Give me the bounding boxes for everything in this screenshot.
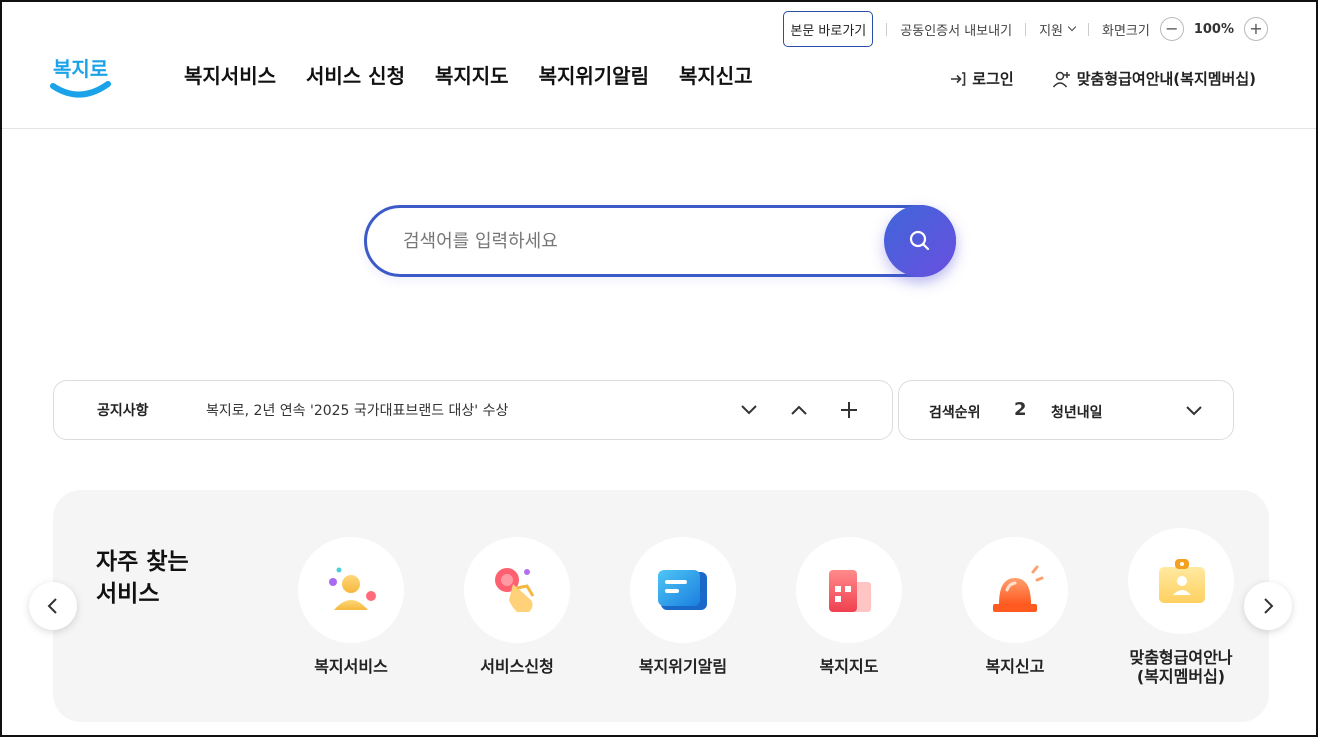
utility-bar: 본문 바로가기 공동인증서 내보내기 지원 화면크기 − 100% + <box>783 10 1268 48</box>
chevron-down-icon <box>1186 406 1202 416</box>
service-icon-circle <box>1128 528 1234 634</box>
search-icon <box>909 230 930 251</box>
logo[interactable]: 복지로 <box>50 48 114 104</box>
divider <box>886 22 888 36</box>
chevron-down-icon <box>741 405 757 415</box>
service-item-crisis-alert[interactable]: 복지위기알림 <box>613 537 753 676</box>
message-icon <box>658 570 707 610</box>
header-actions: 로그인 맞춤형급여안내(복지멤버십) <box>949 68 1256 89</box>
service-icon-circle <box>962 537 1068 643</box>
person-icon <box>329 567 376 610</box>
cert-export-link[interactable]: 공동인증서 내보내기 <box>900 20 1012 39</box>
id-card-icon <box>1159 559 1205 603</box>
notice-next-button[interactable] <box>736 397 762 423</box>
service-item-welfare[interactable]: 복지서비스 <box>281 537 421 676</box>
search-input[interactable] <box>403 208 873 274</box>
search-ranking: 검색순위 2 청년내일 <box>898 380 1234 440</box>
user-add-icon <box>1052 71 1070 87</box>
notice-prev-button[interactable] <box>786 397 812 423</box>
logo-icon: 복지로 <box>50 57 111 98</box>
chevron-left-icon <box>47 598 57 614</box>
notice-controls <box>736 397 862 423</box>
title-line-1: 자주 찾는 <box>96 549 189 575</box>
nav-crisis-alert[interactable]: 복지위기알림 <box>539 60 649 89</box>
notice-bar: 공지사항 복지로, 2년 연속 '2025 국가대표브랜드 대상' 수상 <box>53 380 893 440</box>
divider <box>1087 22 1089 36</box>
zoom-label: 화면크기 <box>1101 23 1150 39</box>
service-icon-circle <box>630 537 736 643</box>
zoom-in-button[interactable]: + <box>1244 17 1268 41</box>
service-label: 복지서비스 <box>314 657 388 676</box>
service-item-report[interactable]: 복지신고 <box>945 537 1085 676</box>
building-icon <box>829 570 871 612</box>
support-dropdown[interactable]: 지원 <box>1039 20 1077 39</box>
nav-welfare-map[interactable]: 복지지도 <box>435 60 509 89</box>
notice-more-button[interactable] <box>836 397 862 423</box>
main-navigation: 복지서비스 서비스 신청 복지지도 복지위기알림 복지신고 <box>184 60 753 89</box>
frequent-services-panel: 자주 찾는 서비스 복지서비스 서비스신청 복지위기알림 복지지도 복지신고 맞… <box>53 490 1269 722</box>
membership-label: 맞춤형급여안내(복지멤버십) <box>1076 70 1256 88</box>
chevron-down-icon <box>1067 22 1077 32</box>
login-label: 로그인 <box>972 70 1014 88</box>
ranking-title: 검색순위 <box>929 405 981 421</box>
plus-icon <box>841 402 857 418</box>
service-label: 서비스신청 <box>480 657 554 676</box>
service-item-membership[interactable]: 맞춤형급여안나 (복지멤버십) <box>1111 528 1251 685</box>
service-label: 복지신고 <box>985 657 1045 676</box>
service-item-map[interactable]: 복지지도 <box>779 537 919 676</box>
service-icon-circle <box>298 537 404 643</box>
carousel-prev-button[interactable] <box>29 582 77 630</box>
service-label: 맞춤형급여안나 <box>1129 648 1233 667</box>
service-icon-circle <box>464 537 570 643</box>
chevron-right-icon <box>1264 598 1274 614</box>
notice-title: 공지사항 <box>97 403 149 419</box>
nav-welfare-services[interactable]: 복지서비스 <box>184 60 276 89</box>
siren-icon <box>993 565 1044 612</box>
ranking-keyword[interactable]: 청년내일 <box>1051 402 1103 422</box>
login-link[interactable]: 로그인 <box>949 68 1014 89</box>
service-label-sub: (복지멤버십) <box>1136 667 1226 686</box>
skip-to-content-link[interactable]: 본문 바로가기 <box>783 11 874 47</box>
chevron-up-icon <box>791 405 807 415</box>
support-label: 지원 <box>1039 23 1063 39</box>
zoom-value: 100% <box>1193 21 1234 37</box>
nav-welfare-report[interactable]: 복지신고 <box>679 60 753 89</box>
header-divider <box>2 128 1316 129</box>
search-box <box>364 205 956 277</box>
service-item-application[interactable]: 서비스신청 <box>447 537 587 676</box>
ranking-number: 2 <box>1014 399 1027 420</box>
notice-headline[interactable]: 복지로, 2년 연속 '2025 국가대표브랜드 대상' 수상 <box>206 400 508 420</box>
membership-link[interactable]: 맞춤형급여안내(복지멤버십) <box>1052 68 1256 89</box>
ranking-expand-button[interactable] <box>1181 398 1207 424</box>
service-label: 복지지도 <box>819 657 879 676</box>
hand-click-icon <box>495 568 535 612</box>
nav-service-application[interactable]: 서비스 신청 <box>306 60 405 89</box>
logo-text: 복지로 <box>53 57 108 81</box>
login-icon <box>951 71 966 86</box>
carousel-next-button[interactable] <box>1244 582 1292 630</box>
search-button[interactable] <box>884 205 956 277</box>
divider <box>1025 22 1027 36</box>
title-line-2: 서비스 <box>96 581 160 607</box>
service-icon-circle <box>796 537 902 643</box>
zoom-out-button[interactable]: − <box>1159 17 1184 41</box>
service-label: 복지위기알림 <box>638 657 728 676</box>
frequent-services-title: 자주 찾는 서비스 <box>96 546 189 610</box>
